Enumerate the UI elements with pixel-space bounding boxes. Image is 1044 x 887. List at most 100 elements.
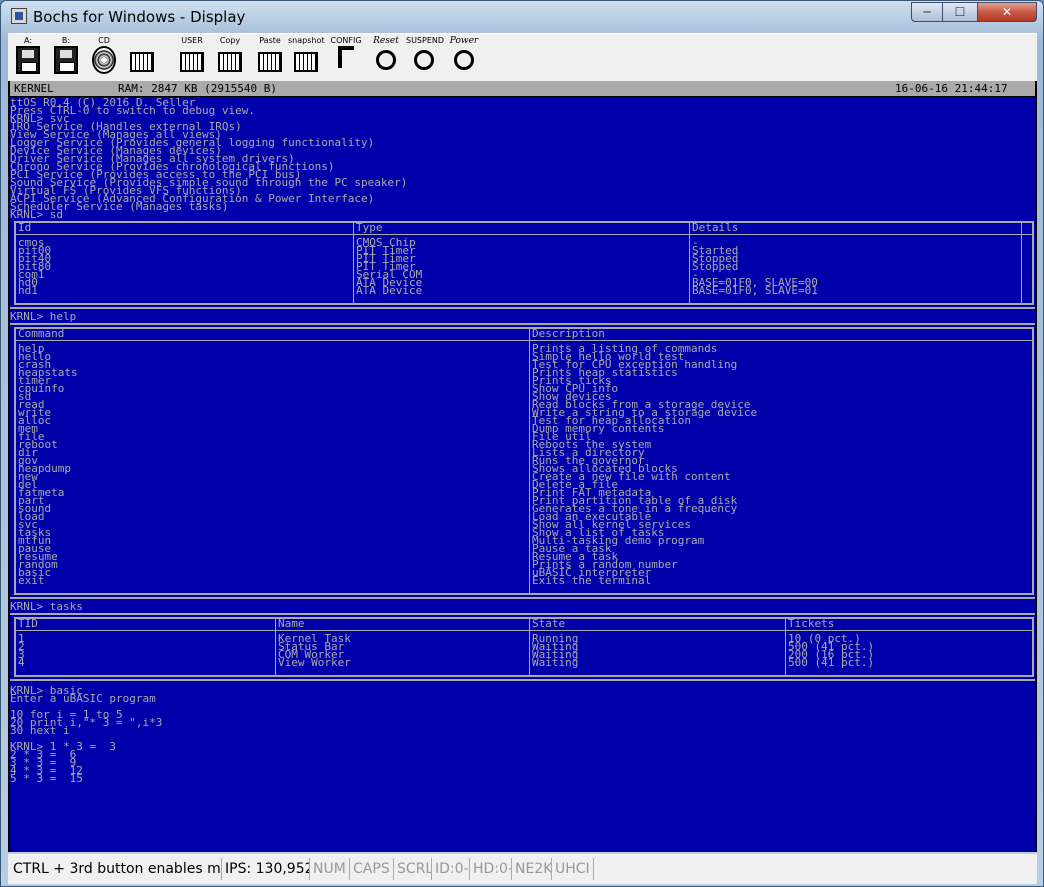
tasks-header: TID	[18, 617, 38, 630]
emulator-screen[interactable]: KERNEL RAM: 2847 KB (2915540 B) 16-06-16…	[8, 81, 1037, 852]
table-column-divider	[689, 223, 690, 303]
reset-icon	[376, 50, 396, 70]
tasks-header: State	[532, 617, 566, 630]
keyboard-icon	[180, 52, 204, 72]
app-icon	[11, 8, 27, 24]
toolbar-button-a[interactable]: A:	[10, 36, 46, 78]
window-title: Bochs for Windows - Display	[33, 8, 246, 26]
devices-header: Id	[18, 221, 32, 234]
toolbar-button-label: B:	[61, 36, 71, 45]
power-icon	[454, 50, 474, 70]
devices-header: Type	[356, 221, 383, 234]
status-item-5: ID:0-M	[432, 858, 470, 880]
console-line: Enter a uBASIC program	[10, 692, 156, 705]
toolbar-button-copy[interactable]: Copy	[212, 36, 248, 78]
devices-cell: Stopped	[692, 260, 739, 273]
status-item-8: UHCI	[552, 858, 594, 880]
cdrom-icon	[92, 46, 116, 74]
devices-cell: BASE=01F0, SLAVE=01	[692, 284, 818, 297]
devices-cell: ATA Device	[356, 284, 423, 297]
help-cell: exit	[18, 574, 45, 587]
toolbar-button-suspend[interactable]: SUSPEND	[406, 36, 445, 78]
table-column-divider	[785, 619, 786, 675]
table-column-divider	[529, 329, 530, 593]
bochs-window: Bochs for Windows - Display ─ ☐ ✕ A: B: CD…	[0, 0, 1044, 887]
toolbar-button-label: Reset	[373, 36, 399, 46]
console-line: KRNL> tasks	[10, 600, 83, 613]
status-ram: RAM: 2847 KB (2915540 B)	[118, 82, 277, 95]
toolbar-button-power[interactable]: Power	[446, 36, 482, 78]
table-column-divider	[529, 619, 530, 675]
suspend-icon	[414, 50, 434, 70]
table-column-divider	[1021, 223, 1022, 303]
maximize-icon: ☐	[954, 5, 966, 19]
section-separator	[10, 597, 1035, 599]
minimize-button[interactable]: ─	[911, 2, 943, 22]
table-column-divider	[275, 619, 276, 675]
table-column-divider	[353, 223, 354, 303]
toolbar-button-paste[interactable]: Paste	[252, 36, 288, 78]
toolbar-button-label: CD	[98, 36, 110, 45]
toolbar-button-mouse[interactable]	[124, 36, 160, 78]
help-header: Description	[532, 327, 605, 340]
table-header-divider	[16, 340, 1032, 341]
tasks-cell: 500 (41 pct.)	[788, 656, 875, 669]
close-button[interactable]: ✕	[977, 2, 1037, 22]
help-header: Command	[18, 327, 65, 340]
status-bar: CTRL + 3rd button enables mo IPS: 130,952…	[8, 853, 1037, 884]
status-datetime: 16-06-16 21:44:17	[895, 82, 1008, 95]
title-bar[interactable]: Bochs for Windows - Display ─ ☐ ✕	[1, 1, 1043, 33]
maximize-button[interactable]: ☐	[942, 2, 978, 22]
toolbar-button-label: Paste	[259, 36, 281, 45]
floppy-a-icon	[16, 46, 40, 74]
close-icon: ✕	[1001, 5, 1013, 19]
toolbar-button-config[interactable]: CONFIG	[328, 36, 364, 78]
console-line: 30 next i	[10, 724, 70, 737]
toolbar-button-cd[interactable]: CD	[86, 36, 122, 78]
camera-icon	[294, 52, 318, 72]
table-header-divider	[16, 234, 1032, 235]
config-icon	[338, 46, 354, 68]
table-header-divider	[16, 630, 1032, 631]
status-item-2: NUM	[310, 858, 350, 880]
console-line: 5 * 3 = 15	[10, 772, 83, 785]
tasks-table: TID Name State Tickets 1 Kernel Task Running 10…	[14, 617, 1034, 677]
help-cell: Exits the terminal	[532, 574, 652, 587]
status-item-6: HD:0-S	[470, 858, 512, 880]
toolbar-button-label: CONFIG	[330, 36, 362, 45]
devices-header: Details	[692, 221, 739, 234]
toolbar-button-label: SUSPEND	[406, 36, 445, 45]
status-item-1: IPS: 130,952l	[222, 858, 310, 880]
toolbar-button-label: Power	[449, 36, 479, 46]
status-item-0: CTRL + 3rd button enables mo	[10, 858, 222, 880]
toolbar-button-label: USER	[181, 36, 203, 45]
section-separator	[10, 323, 1035, 325]
section-separator	[10, 679, 1035, 681]
toolbar-button-reset[interactable]: Reset	[368, 36, 404, 78]
vm-status-line: KERNEL RAM: 2847 KB (2915540 B) 16-06-16…	[10, 81, 1035, 96]
console-line: KRNL> sd	[10, 208, 63, 221]
console-line: KRNL> help	[10, 310, 77, 323]
toolbar-button-b[interactable]: B:	[48, 36, 84, 78]
tasks-cell: Waiting	[532, 656, 579, 669]
status-item-7: NE2K	[512, 858, 552, 880]
toolbar-button-label: snapshot	[288, 36, 325, 45]
devices-cell: hd1	[18, 284, 38, 297]
copy-icon	[218, 52, 242, 72]
toolbar-button-label: Copy	[219, 36, 241, 45]
floppy-b-icon	[54, 46, 78, 74]
section-separator	[10, 613, 1035, 615]
devices-table: Id Type Details cmos CMOS Chip - pit00 PIT Time…	[14, 221, 1034, 305]
toolbar-button-label: A:	[23, 36, 33, 45]
status-item-4: SCRL	[394, 858, 432, 880]
toolbar-button-snapshot[interactable]: snapshot	[288, 36, 325, 78]
status-item-3: CAPS	[350, 858, 394, 880]
console[interactable]: ttOS R0.4 (C) 2016 D. Seller Press CTRL-0…	[10, 97, 1035, 852]
help-table: Command Description help Prints a listing o…	[14, 327, 1034, 595]
paste-icon	[258, 52, 282, 72]
toolbar-button-user[interactable]: USER	[174, 36, 210, 78]
tasks-header: Name	[278, 617, 305, 630]
toolbar: A: B: CD USER Copy Paste snapshot CONFIG Reset SU…	[8, 33, 1037, 82]
status-mode: KERNEL	[14, 82, 54, 95]
minimize-icon: ─	[923, 5, 931, 19]
